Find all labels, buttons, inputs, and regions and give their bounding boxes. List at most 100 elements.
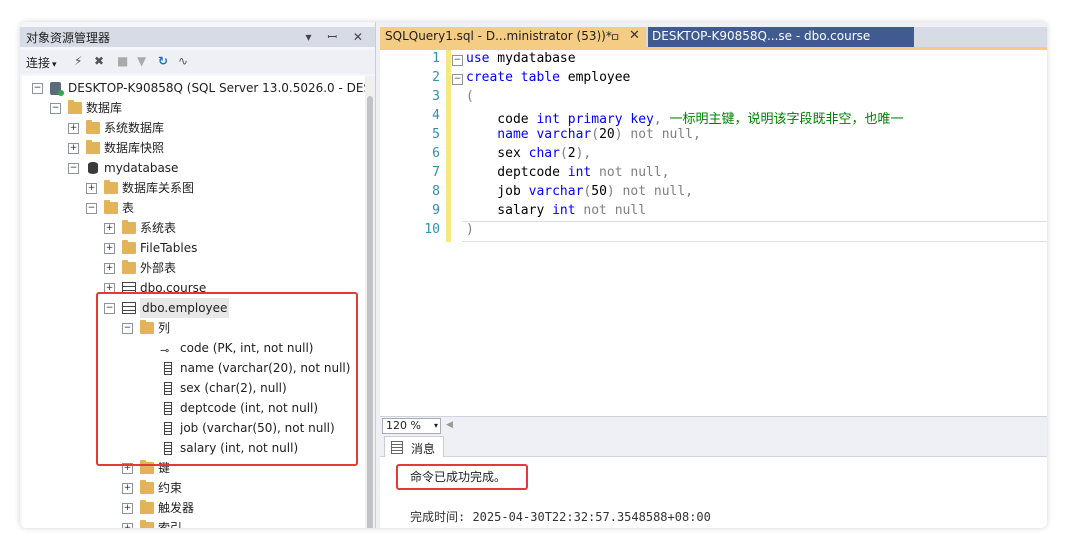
expand-icon[interactable]: + (122, 483, 133, 494)
keyword: int primary key (536, 112, 654, 127)
connect-label: 连接 (26, 56, 51, 70)
tables-label: 表 (122, 201, 135, 215)
indexes-label: 索引 (158, 521, 183, 528)
server-label: DESKTOP-K90858Q (SQL Server 13.0.5026.0 … (68, 81, 365, 95)
collapse-icon[interactable]: − (50, 103, 61, 114)
expand-icon[interactable]: + (104, 263, 115, 274)
keyword: char (528, 146, 560, 161)
stop-icon[interactable]: ■ (117, 54, 128, 68)
folder-icon (122, 220, 136, 234)
scrollbar-thumb[interactable] (367, 96, 373, 528)
tab-sqlquery1[interactable]: SQLQuery1.sql - D...ministrator (53))* ㅁ… (380, 27, 646, 47)
keyword: name (466, 127, 537, 142)
fold-icon[interactable]: − (452, 74, 463, 85)
number: 50 (591, 184, 607, 199)
database-icon (88, 162, 98, 174)
keyword: varchar (528, 184, 584, 199)
identifier: code (466, 112, 537, 127)
line-number-gutter: 1 2 3 4 5 6 7 8 9 10 − − (380, 50, 463, 416)
folder-icon (140, 480, 154, 494)
expand-icon[interactable]: + (122, 523, 133, 528)
expand-icon[interactable]: + (104, 223, 115, 234)
editor-status-bar: 120 % ▾ ◀ (380, 416, 1047, 435)
expand-icon[interactable]: + (68, 143, 79, 154)
mydatabase-label: mydatabase (104, 161, 179, 175)
ssms-window: 对象资源管理器 ▾ ꟷ ✕ 连接 ▾ ⚡ ✖ ■ ▼ ↻ ∿ − DESKTOP-… (20, 22, 1047, 528)
keyword: table (512, 70, 560, 85)
identifier: sex (466, 146, 529, 161)
external-tables-label: 外部表 (140, 261, 177, 275)
code-line: ) (466, 222, 474, 237)
line-number: 5 (432, 127, 440, 142)
code-line: deptcode int not null, (466, 165, 669, 180)
messages-tab-label: 消息 (411, 442, 436, 456)
keyword: int (567, 165, 592, 180)
databases-label: 数据库 (86, 101, 123, 115)
panel-window-buttons[interactable]: ▾ ꟷ ✕ (306, 28, 369, 45)
punctuation: ( (591, 127, 600, 142)
punctuation: ) not null, (614, 127, 701, 142)
object-explorer-panel: 对象资源管理器 ▾ ꟷ ✕ 连接 ▾ ⚡ ✖ ■ ▼ ↻ ∿ − DESKTOP-… (20, 22, 376, 528)
code-line: job varchar(50) not null, (466, 184, 693, 199)
collapse-icon[interactable]: − (68, 163, 79, 174)
pin-icon[interactable]: ㅁ (610, 29, 620, 45)
zoom-select[interactable]: 120 % ▾ (382, 418, 441, 434)
constraints-label: 约束 (158, 481, 183, 495)
expand-icon[interactable]: + (104, 243, 115, 254)
expand-icon[interactable]: + (68, 123, 79, 134)
object-explorer-tree: − DESKTOP-K90858Q (SQL Server 13.0.5026.… (22, 76, 365, 528)
folder-icon (86, 140, 100, 154)
line-number: 8 (432, 184, 440, 199)
expand-icon[interactable]: + (86, 183, 97, 194)
comment: 一标明主键，说明该字段既非空，也唯一 (661, 112, 904, 127)
zoom-value: 120 % (386, 419, 421, 432)
folder-icon (122, 260, 136, 274)
collapse-icon[interactable]: − (32, 83, 43, 94)
connect-plug-icon[interactable]: ⚡ (74, 54, 82, 68)
identifier: mydatabase (489, 51, 576, 66)
folder-icon (122, 240, 136, 254)
current-line-highlight (462, 221, 1047, 242)
keyword: create (466, 70, 513, 85)
fold-icon[interactable]: − (452, 55, 463, 66)
line-number: 4 (432, 108, 440, 123)
highlight-box-message (396, 464, 528, 490)
line-number: 1 (432, 51, 440, 66)
results-tab-row: 消息 (380, 434, 1047, 457)
object-explorer-title: 对象资源管理器 (26, 31, 111, 45)
tab-messages[interactable]: 消息 (384, 436, 444, 457)
collapse-icon[interactable]: − (86, 203, 97, 214)
tab-dbo-course[interactable]: DESKTOP-K90858Q...se - dbo.course (648, 27, 914, 47)
keyword: int (552, 203, 576, 218)
scroll-left-icon[interactable]: ◀ (446, 420, 453, 430)
line-number: 2 (432, 70, 440, 85)
filter-icon[interactable]: ▼ (137, 54, 146, 68)
filetables-label: FileTables (140, 241, 198, 255)
tab-title: SQLQuery1.sql - D...ministrator (53))* (385, 29, 612, 43)
line-number: 7 (432, 165, 440, 180)
close-icon[interactable]: ✕ (629, 28, 640, 43)
message-completion-time: 完成时间: 2025-04-30T22:32:57.3548588+08:00 (410, 510, 711, 524)
number: 2 (567, 146, 576, 161)
folder-icon (86, 120, 100, 134)
code-line: sex char(2), (466, 146, 591, 161)
expand-icon[interactable]: + (122, 503, 133, 514)
object-explorer-titlebar: 对象资源管理器 ▾ ꟷ ✕ (20, 27, 375, 47)
identifier: deptcode (466, 165, 568, 180)
tree-scrollbar[interactable] (365, 76, 375, 528)
db-diagrams-label: 数据库关系图 (122, 181, 195, 195)
connect-dropdown-icon: ▾ (52, 60, 57, 70)
refresh-icon[interactable]: ↻ (158, 54, 168, 68)
system-databases-label: 系统数据库 (104, 121, 165, 135)
highlight-box-employee (96, 292, 358, 466)
folder-icon (68, 100, 82, 114)
triggers-label: 触发器 (158, 501, 195, 515)
activity-monitor-icon[interactable]: ∿ (178, 54, 188, 68)
connect-button[interactable]: 连接 ▾ (26, 54, 57, 71)
identifier: salary (466, 203, 553, 218)
code-line: salary int not null (466, 203, 646, 218)
identifier: employee (559, 70, 631, 85)
chevron-down-icon: ▾ (433, 421, 438, 430)
disconnect-icon[interactable]: ✖ (94, 54, 104, 68)
query-editor[interactable]: 1 2 3 4 5 6 7 8 9 10 − − use mydatabase … (380, 50, 1047, 416)
